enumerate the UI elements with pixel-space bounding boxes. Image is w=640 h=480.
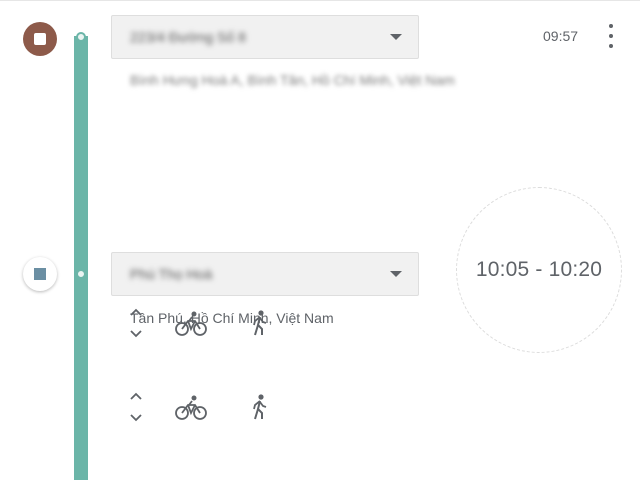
dropdown-caret-icon xyxy=(390,34,402,40)
timeline-node xyxy=(76,32,86,42)
stop-time: 09:57 xyxy=(543,28,579,44)
place-name: Phú Thọ Hoà xyxy=(130,266,213,282)
bicycle-icon[interactable] xyxy=(175,310,207,336)
place-select-2[interactable]: Phú Thọ Hoà xyxy=(111,252,419,296)
place-name: 223/4 Đường Số 8 xyxy=(130,29,246,45)
walking-icon[interactable] xyxy=(250,310,270,336)
timeline-rail xyxy=(74,36,88,480)
more-vert-icon[interactable] xyxy=(604,24,618,48)
bicycle-icon[interactable] xyxy=(175,394,207,420)
walking-icon[interactable] xyxy=(250,394,270,420)
time-range: 10:05 - 10:20 xyxy=(475,258,603,281)
dropdown-caret-icon xyxy=(390,271,402,277)
place-address: Tân Phú, Hồ Chí Minh, Việt Nam xyxy=(130,310,334,326)
stop-marker-start[interactable] xyxy=(23,22,57,56)
stop-marker-end[interactable] xyxy=(23,257,57,291)
timeline-node xyxy=(76,269,86,279)
stop-square-icon xyxy=(34,33,46,45)
top-divider xyxy=(0,0,640,1)
reorder-chevrons-icon[interactable] xyxy=(128,390,144,424)
stop-square-icon xyxy=(34,268,46,280)
place-address: Bình Hưng Hoà A, Bình Tân, Hồ Chí Minh, … xyxy=(130,72,455,88)
place-select-1[interactable]: 223/4 Đường Số 8 xyxy=(111,15,419,59)
reorder-chevrons-icon[interactable] xyxy=(128,306,144,340)
time-range-dial[interactable]: 10:05 - 10:20 xyxy=(456,187,622,353)
